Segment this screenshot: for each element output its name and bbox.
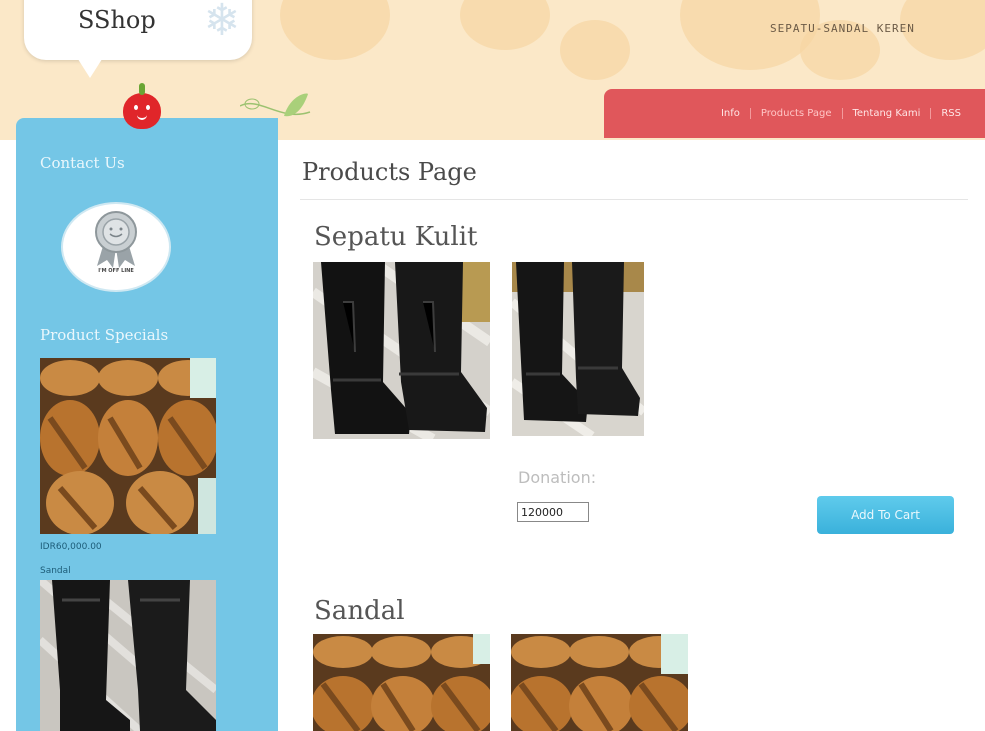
main-nav: Info Products Page Tentang Kami RSS xyxy=(604,89,985,138)
logo-bubble-tail xyxy=(76,56,104,78)
main-content: Products Page Sepatu Kulit Donation: Add… xyxy=(278,138,985,731)
special-product-price: IDR60,000.00 xyxy=(40,542,102,552)
header-flower-decoration xyxy=(460,0,550,50)
special-product-name[interactable]: Sandal xyxy=(40,566,71,576)
header-flower-decoration xyxy=(280,0,390,60)
donation-input[interactable] xyxy=(517,502,589,522)
special-product-image-boots[interactable] xyxy=(40,580,216,731)
header-flower-decoration xyxy=(560,20,630,80)
nav-tentang-kami[interactable]: Tentang Kami xyxy=(841,108,931,119)
product-title-sepatu-kulit[interactable]: Sepatu Kulit xyxy=(314,222,477,252)
page-title: Products Page xyxy=(302,158,477,186)
site-tagline: SEPATU-SANDAL KEREN xyxy=(770,22,915,35)
product-image-sepatu-kulit-1[interactable] xyxy=(313,262,490,439)
offline-status-text: I'M OFF LINE xyxy=(98,268,134,274)
snowflake-icon: ❄ xyxy=(203,0,241,46)
logo-bubble[interactable]: ❄ SShop xyxy=(24,0,252,60)
donation-label: Donation: xyxy=(518,468,597,487)
title-divider xyxy=(300,199,968,200)
apple-mascot-icon xyxy=(123,83,161,129)
add-to-cart-button[interactable]: Add To Cart xyxy=(817,496,954,534)
site-logo[interactable]: SShop xyxy=(78,6,156,34)
nav-products-page[interactable]: Products Page xyxy=(749,108,842,119)
product-title-sandal[interactable]: Sandal xyxy=(314,596,405,626)
nav-info[interactable]: Info xyxy=(711,108,750,119)
offline-status-badge[interactable]: I'M OFF LINE xyxy=(63,204,169,290)
sidebar: Contact Us I'M OFF LINE Product Specials… xyxy=(16,118,278,731)
special-product-image-sandal[interactable] xyxy=(40,358,216,534)
contact-us-heading: Contact Us xyxy=(40,154,125,172)
product-image-sandal-1[interactable] xyxy=(313,634,490,731)
product-image-sandal-2[interactable] xyxy=(511,634,688,731)
nav-rss[interactable]: RSS xyxy=(930,108,971,119)
header-flower-decoration xyxy=(680,0,820,70)
product-image-sepatu-kulit-2[interactable] xyxy=(512,262,644,436)
product-specials-heading: Product Specials xyxy=(40,326,169,344)
ribbon-award-icon xyxy=(95,211,137,268)
